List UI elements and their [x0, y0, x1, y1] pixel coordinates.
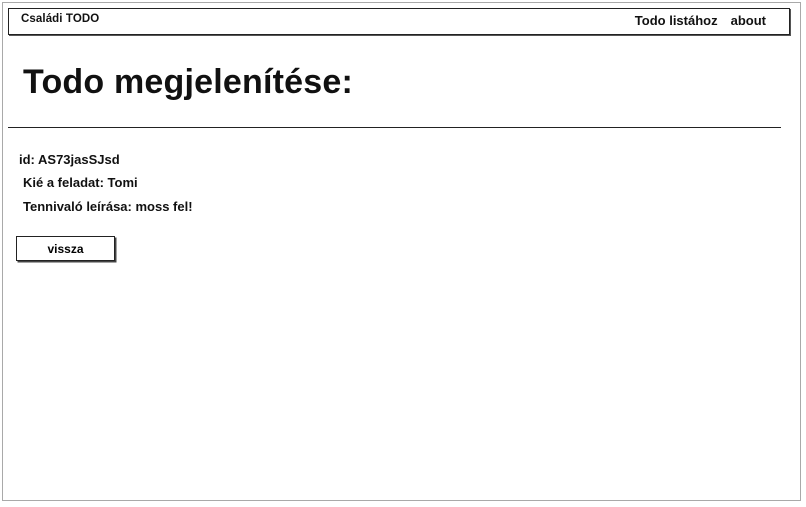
- brand-title[interactable]: Családi TODO: [21, 13, 99, 25]
- navbar: Családi TODO Todo listához about: [8, 8, 790, 35]
- page-title: Todo megjelenítése:: [23, 63, 354, 101]
- todo-description: Tennivaló leírása: moss fel!: [23, 199, 193, 214]
- todo-id: id: AS73jasSJsd: [19, 152, 120, 167]
- nav-link-about[interactable]: about: [731, 13, 766, 28]
- nav-links: Todo listához about: [635, 13, 766, 28]
- header-divider: [8, 127, 781, 128]
- todo-owner: Kié a feladat: Tomi: [23, 175, 138, 190]
- back-button[interactable]: vissza: [16, 236, 115, 261]
- nav-link-todo-list[interactable]: Todo listához: [635, 13, 718, 28]
